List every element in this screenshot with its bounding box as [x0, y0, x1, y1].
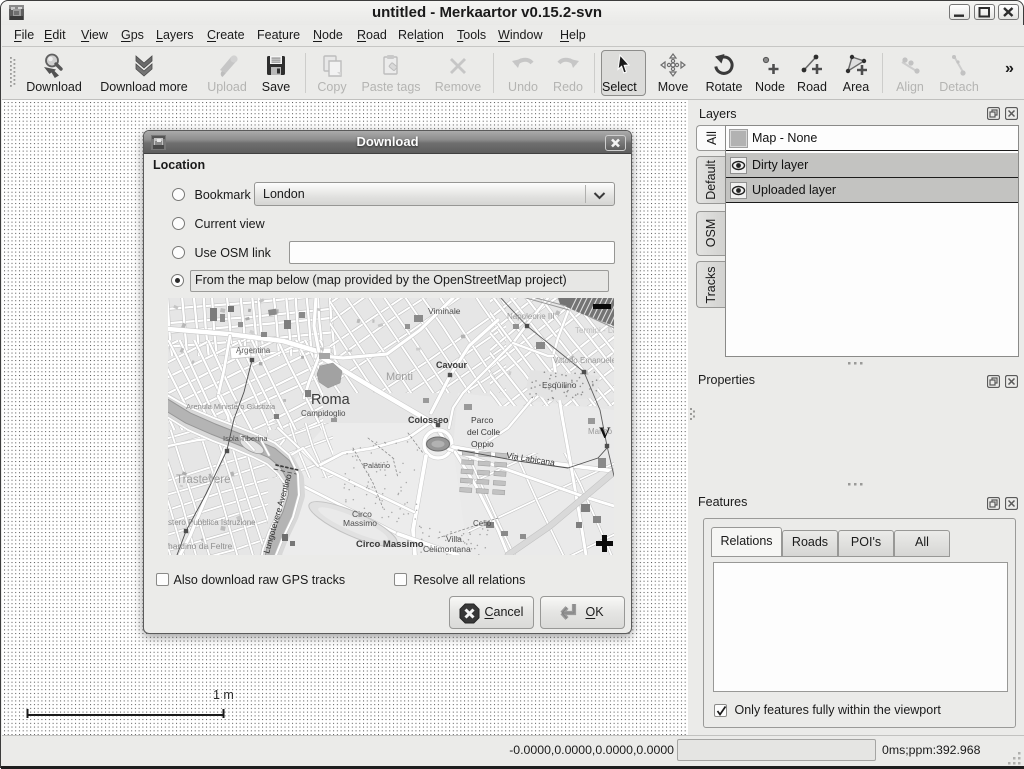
svg-text:Viminale: Viminale: [428, 306, 461, 316]
svg-text:V: V: [599, 425, 611, 442]
svg-text:Monti: Monti: [386, 371, 413, 383]
svg-text:Trastevere: Trastevere: [176, 474, 231, 486]
svg-text:Arenula Ministero Giustizia: Arenula Ministero Giustizia: [186, 402, 276, 411]
svg-text:Massimo: Massimo: [343, 518, 377, 528]
svg-text:Palatino: Palatino: [363, 461, 390, 470]
svg-text:1 m: 1 m: [213, 688, 234, 702]
svg-text:Argentina: Argentina: [236, 346, 271, 355]
svg-text:stero Pubblica Istruzione: stero Pubblica Istruzione: [168, 518, 256, 527]
svg-text:hardino da Feltre: hardino da Feltre: [168, 541, 233, 551]
svg-text:Oppio: Oppio: [471, 439, 494, 449]
svg-text:Napoleone III: Napoleone III: [507, 312, 555, 321]
svg-text:Celimontana: Celimontana: [423, 544, 471, 554]
svg-text:Esquilino: Esquilino: [542, 380, 577, 390]
svg-text:Roma: Roma: [311, 392, 351, 408]
svg-text:del Colle: del Colle: [467, 427, 500, 437]
svg-text:Cavour: Cavour: [436, 360, 468, 370]
svg-text:Colosseo: Colosseo: [408, 415, 449, 425]
svg-text:Isola Tiberina: Isola Tiberina: [223, 434, 268, 443]
svg-text:Circo Massimo: Circo Massimo: [356, 539, 424, 550]
svg-text:Celio: Celio: [473, 519, 492, 528]
svg-text:Parco: Parco: [471, 415, 493, 425]
svg-text:Vittorio Emanuele: Vittorio Emanuele: [553, 356, 614, 365]
svg-text:Termini - La: Termini - La: [575, 326, 614, 335]
svg-text:Campidoglio: Campidoglio: [301, 409, 346, 418]
svg-text:Villa: Villa: [446, 534, 462, 544]
